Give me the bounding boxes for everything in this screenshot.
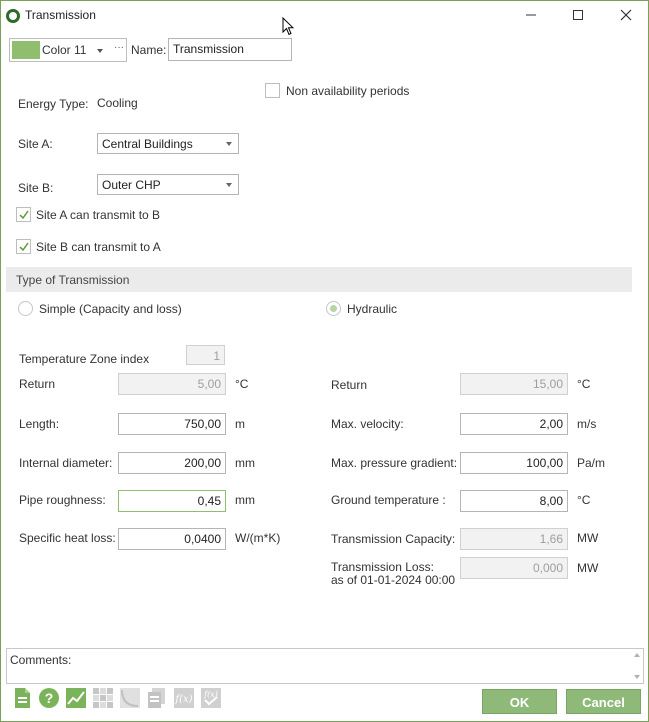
length-input[interactable]: 750,00 xyxy=(118,413,226,435)
site-b-transmit-checkbox[interactable] xyxy=(16,239,31,254)
comments-scrollbar[interactable] xyxy=(632,650,642,682)
max-velocity-input[interactable]: 2,00 xyxy=(460,413,568,435)
site-b-dropdown[interactable]: Outer CHP xyxy=(97,174,239,195)
max-velocity-label: Max. velocity: xyxy=(331,417,404,431)
maximize-icon xyxy=(572,9,584,24)
specific-heat-loss-label: Specific heat loss: xyxy=(19,531,116,545)
function-icon[interactable]: f(x) xyxy=(173,687,195,709)
svg-text:f(x): f(x) xyxy=(174,694,192,705)
site-a-label: Site A: xyxy=(18,137,53,151)
svg-text:?: ? xyxy=(45,690,54,706)
chevron-down-icon xyxy=(226,142,232,146)
return-right-label: Return xyxy=(331,378,368,392)
title-bar: Transmission xyxy=(1,1,648,31)
non-availability-checkbox[interactable] xyxy=(265,83,280,98)
site-b-transmit-label: Site B can transmit to A xyxy=(36,240,161,254)
max-pressure-gradient-unit: Pa/m xyxy=(577,456,606,470)
transmission-capacity-unit: MW xyxy=(577,531,599,545)
mouse-cursor-icon xyxy=(282,16,295,39)
site-a-dropdown[interactable]: Central Buildings xyxy=(97,133,239,154)
max-pressure-gradient-label: Max. pressure gradient: xyxy=(331,456,458,470)
comments-field[interactable]: Comments: xyxy=(6,648,644,684)
document-icon[interactable] xyxy=(12,687,34,709)
transmission-capacity-input: 1,66 xyxy=(460,528,568,550)
color-picker[interactable]: Color 11 ··· xyxy=(9,38,127,62)
return-right-input: 15,00 xyxy=(460,373,568,395)
return-right-unit: °C xyxy=(577,377,591,391)
temperature-zone-label: Temperature Zone index xyxy=(19,352,150,366)
site-a-transmit-label: Site A can transmit to B xyxy=(36,208,161,222)
minimize-button[interactable] xyxy=(511,4,551,28)
ground-temperature-input[interactable]: 8,00 xyxy=(460,490,568,512)
return-left-input: 5,00 xyxy=(118,373,226,395)
curve-icon[interactable] xyxy=(119,687,141,709)
length-unit: m xyxy=(235,417,245,431)
grid-icon[interactable] xyxy=(92,687,114,709)
return-left-unit: °C xyxy=(235,377,249,391)
maximize-button[interactable] xyxy=(558,4,598,28)
color-label: Color 11 xyxy=(42,43,87,57)
close-button[interactable] xyxy=(606,4,646,28)
hydraulic-radio[interactable] xyxy=(326,301,341,316)
transmission-loss-unit: MW xyxy=(577,561,599,575)
radio-selected-dot xyxy=(330,305,337,312)
close-icon xyxy=(620,9,632,24)
energy-type-label: Energy Type: xyxy=(18,97,89,111)
window-title: Transmission xyxy=(25,8,96,22)
return-left-label: Return xyxy=(19,377,56,391)
copy-document-icon[interactable] xyxy=(146,687,168,709)
transmission-dialog: Transmission Color 11 ··· Name: Transmis… xyxy=(0,0,649,722)
site-a-transmit-checkbox[interactable] xyxy=(16,207,31,222)
transmission-loss-label: Transmission Loss: xyxy=(331,560,434,574)
length-label: Length: xyxy=(19,417,60,431)
pipe-roughness-input[interactable]: 0,45 xyxy=(118,490,226,512)
site-b-label: Site B: xyxy=(18,181,54,195)
type-of-transmission-header: Type of Transmission xyxy=(6,267,632,292)
max-velocity-unit: m/s xyxy=(577,417,597,431)
energy-type-value: Cooling xyxy=(97,96,138,110)
transmission-capacity-label: Transmission Capacity: xyxy=(331,532,456,546)
ground-temperature-label: Ground temperature : xyxy=(331,493,446,507)
non-availability-label: Non availability periods xyxy=(286,84,410,98)
specific-heat-loss-unit: W/(m*K) xyxy=(235,531,281,545)
more-options-button[interactable]: ··· xyxy=(114,42,124,53)
name-input[interactable]: Transmission xyxy=(168,38,292,61)
transmission-loss-date: as of 01-01-2024 00:00 xyxy=(331,573,456,587)
max-pressure-gradient-input[interactable]: 100,00 xyxy=(460,452,568,474)
hydraulic-radio-label: Hydraulic xyxy=(347,302,398,316)
function-check-icon[interactable]: f(x) xyxy=(200,687,222,709)
internal-diameter-label: Internal diameter: xyxy=(19,456,113,470)
pipe-roughness-label: Pipe roughness: xyxy=(19,493,106,507)
simple-radio-label: Simple (Capacity and loss) xyxy=(39,302,182,316)
help-icon[interactable]: ? xyxy=(38,687,60,709)
cancel-button[interactable]: Cancel xyxy=(566,689,641,714)
pipe-roughness-unit: mm xyxy=(235,493,255,507)
color-swatch xyxy=(12,41,40,59)
chevron-down-icon[interactable] xyxy=(97,49,103,53)
temperature-zone-input: 1 xyxy=(186,345,225,365)
ok-button[interactable]: OK xyxy=(482,689,557,714)
internal-diameter-unit: mm xyxy=(235,456,255,470)
ground-temperature-unit: °C xyxy=(577,493,591,507)
app-logo-icon xyxy=(6,9,20,23)
chart-icon[interactable] xyxy=(65,687,87,709)
name-label: Name: xyxy=(131,43,167,57)
simple-radio[interactable] xyxy=(18,301,33,316)
internal-diameter-input[interactable]: 200,00 xyxy=(118,452,226,474)
chevron-down-icon xyxy=(226,183,232,187)
comments-label: Comments: xyxy=(10,653,72,667)
minimize-icon xyxy=(525,9,537,24)
site-b-value: Outer CHP xyxy=(102,178,161,192)
transmission-loss-input: 0,000 xyxy=(460,557,568,579)
site-a-value: Central Buildings xyxy=(102,137,193,151)
specific-heat-loss-input[interactable]: 0,0400 xyxy=(118,528,226,550)
